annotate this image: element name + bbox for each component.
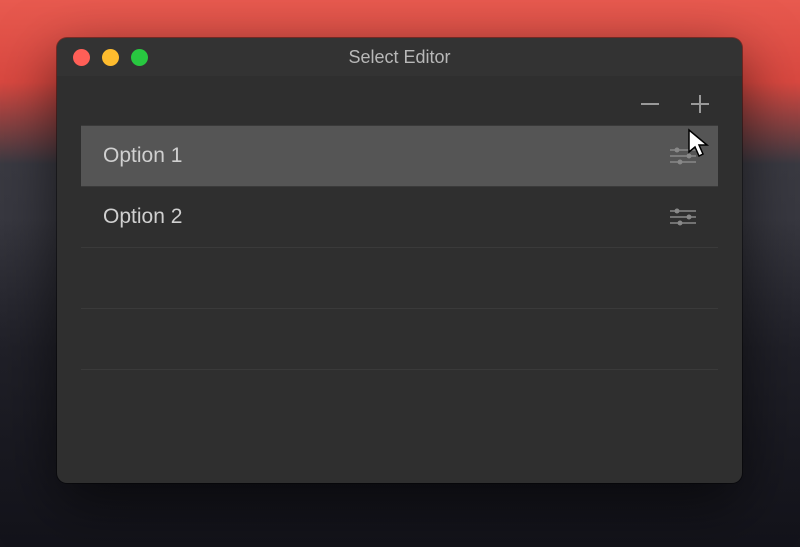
list-item-empty [81,308,718,370]
list-item-empty [81,247,718,309]
maximize-button[interactable] [131,49,148,66]
window-title: Select Editor [57,47,742,68]
editor-window: Select Editor Option 1 [57,38,742,483]
toolbar [57,76,742,126]
plus-icon [689,93,711,115]
list-item[interactable]: Option 1 [81,125,718,187]
titlebar: Select Editor [57,38,742,76]
add-button[interactable] [688,92,712,116]
list-item[interactable]: Option 2 [81,186,718,248]
minimize-button[interactable] [102,49,119,66]
options-list: Option 1 Option 2 [81,126,718,459]
minus-icon [639,93,661,115]
close-button[interactable] [73,49,90,66]
settings-icon[interactable] [670,146,696,166]
settings-icon[interactable] [670,207,696,227]
remove-button[interactable] [638,92,662,116]
traffic-lights [73,49,148,66]
list-item-label: Option 1 [103,144,182,168]
list-item-label: Option 2 [103,205,182,229]
